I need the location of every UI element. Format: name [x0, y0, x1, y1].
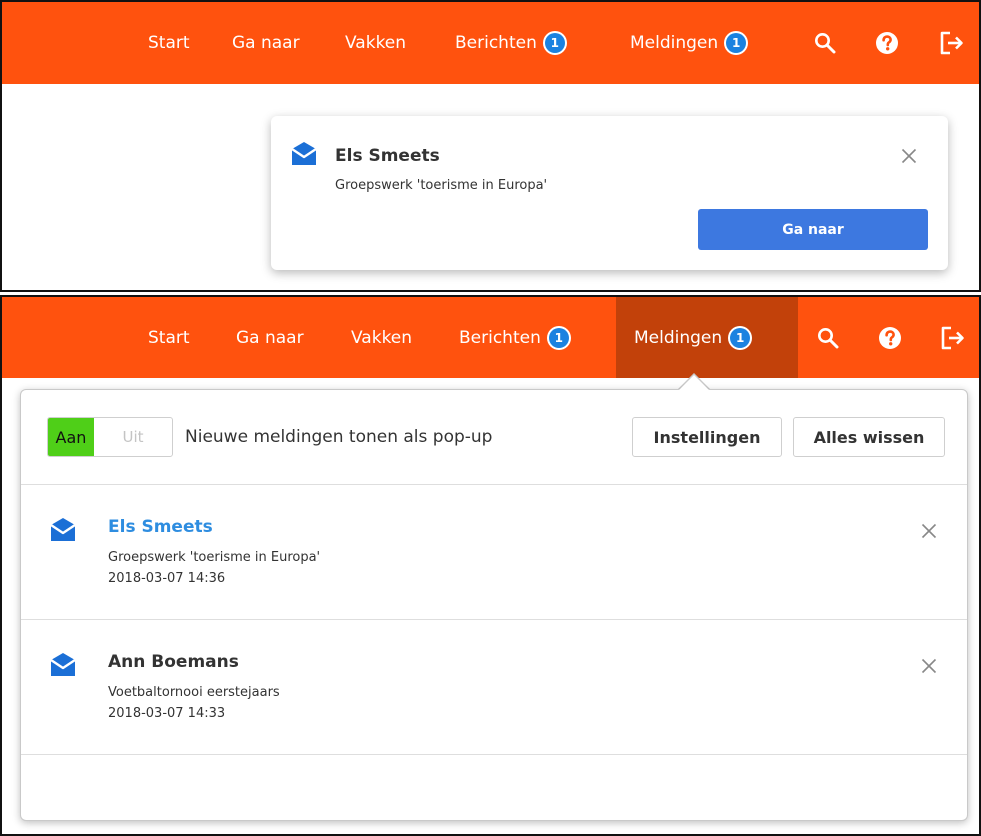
help-icon[interactable]	[875, 297, 905, 378]
nav-ga-naar-label: Ga naar	[236, 327, 304, 348]
notification-timestamp: 2018-03-07 14:36	[108, 571, 226, 586]
close-icon	[901, 148, 917, 164]
notification-sender[interactable]: Ann Boemans	[108, 652, 239, 672]
nav-berichten-label: Berichten	[459, 327, 541, 348]
nav-meldingen-label: Meldingen	[630, 33, 719, 53]
nav-berichten[interactable]: Berichten 1	[459, 297, 571, 378]
notification-item[interactable]: Els Smeets Groepswerk 'toerisme in Europ…	[21, 485, 967, 619]
popup-toggle-label: Nieuwe meldingen tonen als pop-up	[185, 427, 493, 447]
nav-berichten-label: Berichten	[455, 33, 537, 53]
nav-ga-naar[interactable]: Ga naar	[236, 297, 304, 378]
logout-icon[interactable]	[937, 297, 969, 378]
notification-timestamp: 2018-03-07 14:33	[108, 706, 226, 721]
toast-subject: Groepswerk 'toerisme in Europa'	[335, 178, 548, 193]
alles-wissen-button[interactable]: Alles wissen	[793, 417, 945, 457]
toggle-on-option[interactable]: Aan	[48, 418, 94, 456]
ga-naar-button[interactable]: Ga naar	[698, 209, 928, 250]
toast-screenshot-panel: Start Ga naar Vakken Berichten 1 Melding…	[0, 0, 981, 292]
nav-start-label: Start	[148, 327, 190, 348]
meldingen-count: 1	[730, 327, 751, 348]
nav-meldingen[interactable]: Meldingen 1	[630, 2, 749, 84]
nav-start-label: Start	[148, 33, 190, 53]
notifications-screenshot-panel: Start Ga naar Vakken Berichten 1 Melding…	[0, 295, 981, 836]
nav-start[interactable]: Start	[148, 2, 190, 84]
popup-toggle[interactable]: Aan Uit	[47, 417, 173, 457]
search-icon[interactable]	[810, 2, 840, 84]
berichten-count: 1	[544, 33, 565, 53]
berichten-count-badge: 1	[542, 31, 567, 55]
nav-meldingen[interactable]: Meldingen 1	[616, 297, 798, 378]
meldingen-count-badge: 1	[724, 31, 749, 55]
close-icon	[921, 523, 937, 539]
berichten-count: 1	[548, 327, 569, 348]
notification-item[interactable]: Ann Boemans Voetbaltornooi eerstejaars 2…	[21, 620, 967, 754]
notification-subject: Groepswerk 'toerisme in Europa'	[108, 550, 321, 565]
notification-close-button[interactable]	[917, 519, 941, 543]
nav-vakken[interactable]: Vakken	[351, 297, 412, 378]
toast-sender: Els Smeets	[335, 146, 440, 166]
berichten-count-badge: 1	[546, 325, 571, 350]
meldingen-count-badge: 1	[728, 325, 753, 350]
top-navigation-bar: Start Ga naar Vakken Berichten 1 Melding…	[2, 2, 979, 84]
dropdown-caret-fill	[679, 375, 709, 390]
nav-start[interactable]: Start	[148, 297, 190, 378]
envelope-icon	[289, 141, 319, 171]
divider	[21, 754, 967, 755]
nav-vakken-label: Vakken	[351, 327, 413, 348]
nav-meldingen-label: Meldingen	[634, 327, 723, 348]
instellingen-button[interactable]: Instellingen	[632, 417, 782, 457]
toast-close-button[interactable]	[897, 144, 921, 168]
notification-close-button[interactable]	[917, 654, 941, 678]
help-icon[interactable]	[872, 2, 902, 84]
nav-ga-naar[interactable]: Ga naar	[232, 2, 300, 84]
close-icon	[921, 658, 937, 674]
nav-berichten[interactable]: Berichten 1	[455, 2, 567, 84]
notification-sender[interactable]: Els Smeets	[108, 517, 213, 537]
envelope-icon	[48, 652, 78, 682]
nav-vakken-label: Vakken	[345, 33, 407, 53]
notification-toast: Els Smeets Groepswerk 'toerisme in Europ…	[271, 116, 948, 270]
envelope-icon	[48, 517, 78, 547]
nav-vakken[interactable]: Vakken	[345, 2, 406, 84]
search-icon[interactable]	[813, 297, 843, 378]
notification-subject: Voetbaltornooi eerstejaars	[108, 685, 280, 700]
top-navigation-bar: Start Ga naar Vakken Berichten 1 Melding…	[2, 297, 979, 378]
nav-ga-naar-label: Ga naar	[232, 33, 300, 53]
notifications-dropdown: Aan Uit Nieuwe meldingen tonen als pop-u…	[20, 389, 968, 821]
meldingen-count: 1	[726, 33, 747, 53]
logout-icon[interactable]	[936, 2, 968, 84]
toggle-off-option[interactable]: Uit	[94, 418, 172, 456]
